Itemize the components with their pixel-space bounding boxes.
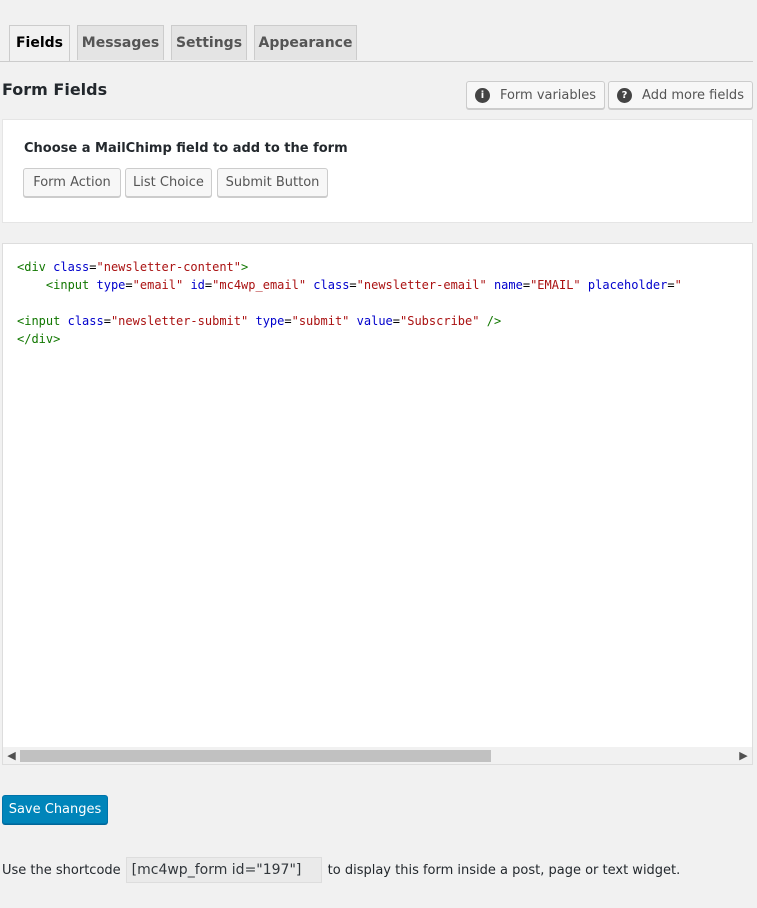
scroll-right-icon[interactable]: ▶	[735, 747, 752, 764]
form-action-button[interactable]: Form Action	[23, 168, 121, 197]
save-changes-button[interactable]: Save Changes	[2, 795, 108, 824]
code-editor[interactable]: <div class="newsletter-content"> <input …	[2, 243, 753, 765]
tab-appearance[interactable]: Appearance	[254, 25, 357, 60]
form-variables-label: Form variables	[499, 87, 597, 103]
shortcode-prefix: Use the shortcode	[2, 862, 121, 878]
field-chooser-panel: Choose a MailChimp field to add to the f…	[2, 119, 753, 223]
code-content[interactable]: <div class="newsletter-content"> <input …	[17, 258, 682, 348]
field-chooser-heading: Choose a MailChimp field to add to the f…	[24, 141, 348, 156]
tab-settings[interactable]: Settings	[171, 25, 247, 60]
scroll-left-icon[interactable]: ◀	[3, 747, 20, 764]
add-more-fields-label: Add more fields	[642, 87, 744, 103]
horizontal-scrollbar[interactable]: ◀ ▶	[3, 747, 752, 764]
page-title: Form Fields	[2, 80, 108, 99]
info-icon: i	[474, 87, 490, 103]
tab-bar: Fields Messages Settings Appearance	[0, 0, 753, 62]
shortcode-field[interactable]: [mc4wp_form id="197"]	[125, 857, 322, 883]
tab-fields[interactable]: Fields	[9, 25, 70, 61]
submit-button-button[interactable]: Submit Button	[217, 168, 328, 197]
list-choice-button[interactable]: List Choice	[125, 168, 212, 197]
shortcode-line: Use the shortcode [mc4wp_form id="197"] …	[2, 857, 680, 883]
help-icon: ?	[617, 87, 633, 103]
scrollbar-thumb[interactable]	[20, 750, 491, 762]
shortcode-suffix: to display this form inside a post, page…	[327, 862, 681, 878]
tab-messages[interactable]: Messages	[77, 25, 164, 60]
form-variables-button[interactable]: i Form variables	[466, 81, 605, 109]
add-more-fields-button[interactable]: ? Add more fields	[608, 81, 753, 109]
